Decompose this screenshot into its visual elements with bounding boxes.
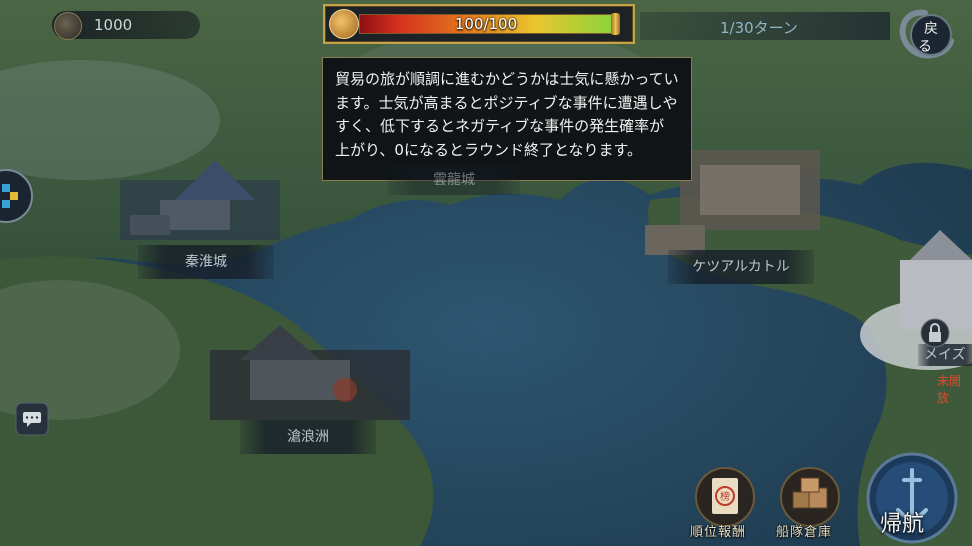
- minimap-button[interactable]: [0, 164, 34, 228]
- back-label-2: る: [918, 39, 932, 55]
- city-label-quetzalcoatl[interactable]: ケツアルカトル: [668, 250, 814, 284]
- currency-value: 1000: [94, 16, 133, 34]
- ranking-reward-button[interactable]: 榜: [694, 466, 756, 528]
- coin-icon: [54, 12, 82, 40]
- city-label-yunlong[interactable]: 雲龍城: [388, 165, 520, 195]
- back-label-1: 戻: [924, 21, 938, 37]
- morale-tooltip: 貿易の旅が順調に進むかどうかは士気に懸かっています。士気が高まるとポジティブな事…: [322, 57, 692, 181]
- ranking-reward-label: 順位報酬: [690, 525, 747, 540]
- chat-button[interactable]: [15, 402, 49, 436]
- city-label-qinhuai[interactable]: 秦淮城: [138, 245, 274, 279]
- morale-value: 100/100: [454, 15, 518, 33]
- fleet-storage-button[interactable]: [779, 466, 841, 528]
- ranking-symbol: 榜: [720, 490, 730, 503]
- fleet-storage-label: 船隊倉庫: [776, 525, 833, 540]
- back-button[interactable]: 戻 る: [891, 5, 959, 67]
- return-voyage-label: 帰航: [880, 512, 925, 537]
- lock-icon: [920, 318, 950, 348]
- maze-status: 未開放: [937, 374, 962, 405]
- morale-bar-cap: [611, 13, 620, 35]
- helmet-icon: [329, 9, 359, 39]
- city-label-cangliang[interactable]: 滄浪洲: [240, 420, 376, 454]
- turn-counter: 1/30ターン: [720, 19, 798, 37]
